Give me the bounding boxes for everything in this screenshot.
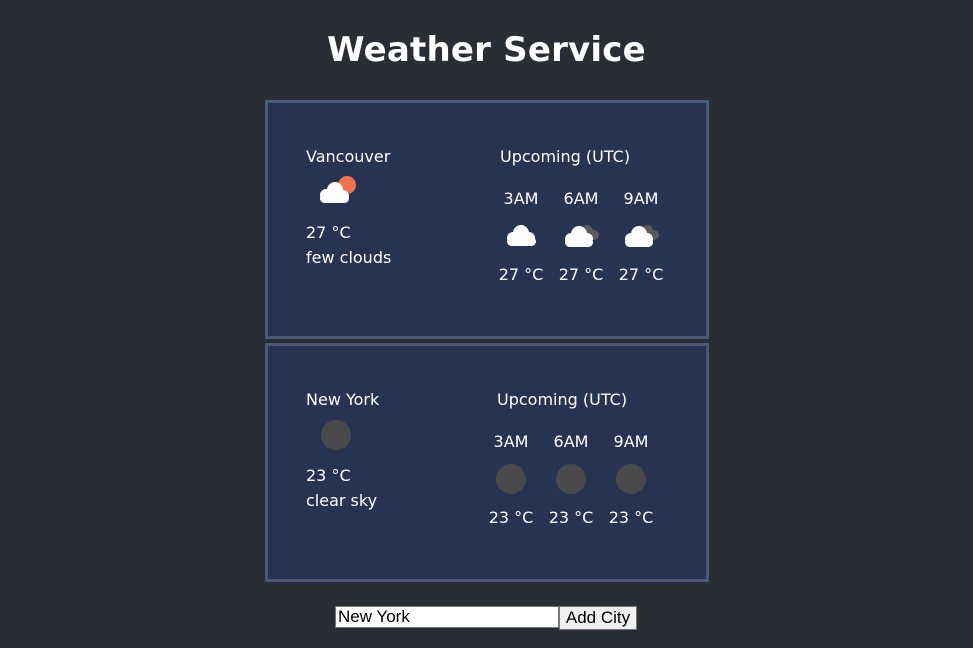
upcoming-title: Upcoming (UTC): [500, 147, 631, 166]
cloud-overcast-icon: [559, 216, 603, 256]
forecast-temp: 27 °C: [558, 265, 604, 284]
clear-night-icon: [311, 415, 361, 455]
city-card-new-york: New York 23 °C clear sky Upcoming (UTC) …: [265, 343, 709, 582]
current-weather: New York 23 °C clear sky: [306, 389, 466, 513]
current-weather: Vancouver 27 °C few clouds: [306, 146, 466, 270]
forecast-time: 9AM: [613, 432, 649, 451]
current-description: few clouds: [306, 248, 392, 267]
upcoming-forecast: Upcoming (UTC) 3AM 27 °C 6AM 27 °C 9AM 2…: [497, 146, 677, 308]
current-temp: 27 °C: [306, 223, 351, 242]
forecast-temp: 23 °C: [548, 508, 594, 527]
forecast-temp: 27 °C: [618, 265, 664, 284]
cloud-overcast-icon: [619, 216, 663, 256]
forecast-temp: 27 °C: [498, 265, 544, 284]
forecast-slot: 6AM 27 °C: [551, 188, 611, 286]
forecast-time: 9AM: [623, 189, 659, 208]
few-clouds-day-icon: [311, 172, 361, 212]
city-name: New York: [306, 390, 380, 409]
city-input[interactable]: [335, 606, 559, 628]
upcoming-forecast: Upcoming (UTC) 3AM 23 °C 6AM 23 °C 9AM 2…: [489, 389, 674, 551]
forecast-slot: 9AM 23 °C: [601, 431, 661, 529]
current-temp: 23 °C: [306, 466, 351, 485]
forecast-time: 3AM: [493, 432, 529, 451]
forecast-temp: 23 °C: [488, 508, 534, 527]
forecast-slot: 6AM 23 °C: [541, 431, 601, 529]
city-name: Vancouver: [306, 147, 391, 166]
add-city-button[interactable]: Add City: [559, 606, 637, 630]
clear-night-icon: [489, 459, 533, 499]
current-description: clear sky: [306, 491, 378, 510]
cloud-icon: [499, 216, 543, 256]
forecast-temp: 23 °C: [608, 508, 654, 527]
upcoming-title: Upcoming (UTC): [497, 390, 628, 409]
city-card-vancouver: Vancouver 27 °C few clouds Upcoming (UTC…: [265, 100, 709, 339]
forecast-time: 6AM: [553, 432, 589, 451]
forecast-slot: 3AM 27 °C: [491, 188, 551, 286]
forecast-slot: 3AM 23 °C: [481, 431, 541, 529]
forecast-time: 6AM: [563, 189, 599, 208]
clear-night-icon: [549, 459, 593, 499]
clear-night-icon: [609, 459, 653, 499]
forecast-time: 3AM: [503, 189, 539, 208]
page-title: Weather Service: [327, 30, 646, 70]
forecast-slot: 9AM 27 °C: [611, 188, 671, 286]
